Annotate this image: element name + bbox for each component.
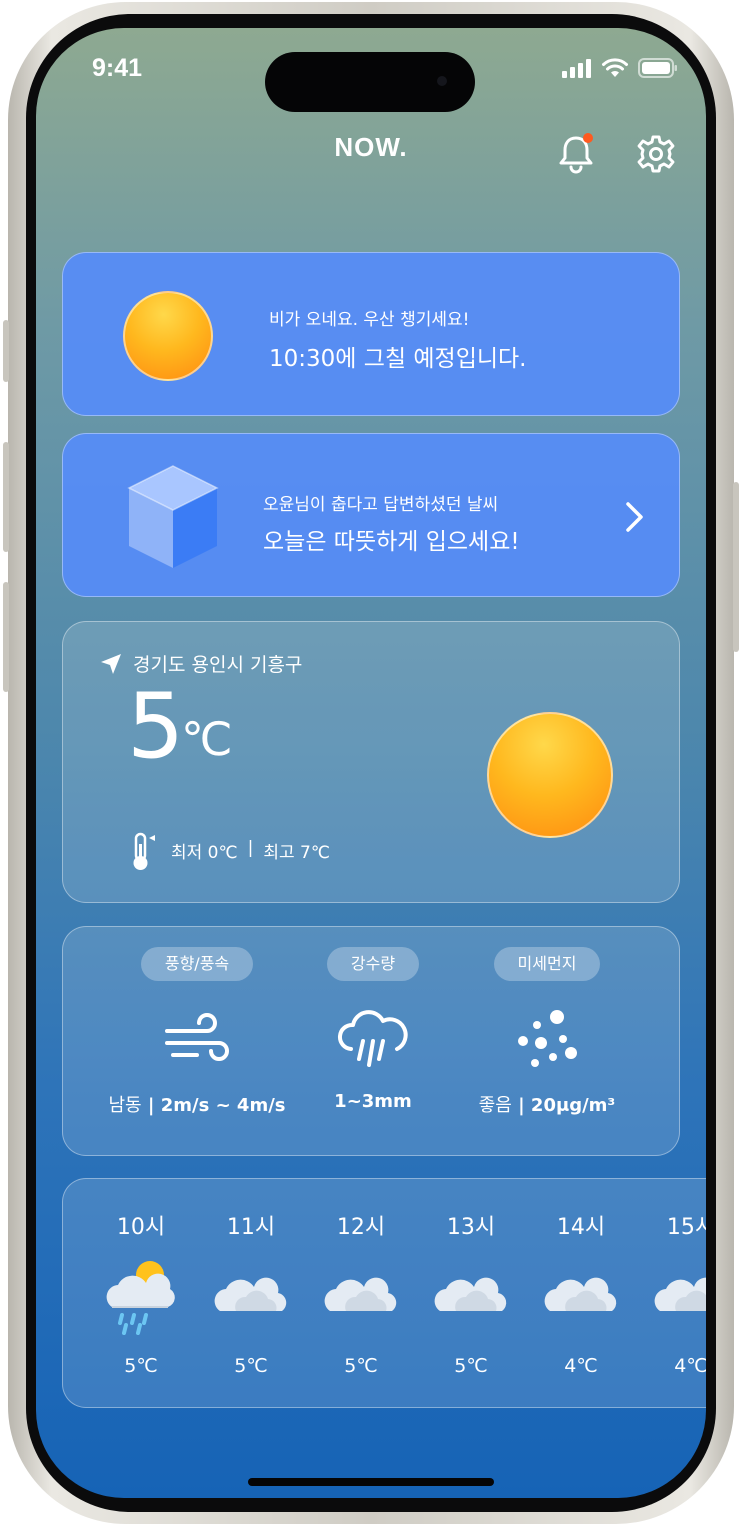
rain-alert-card[interactable]: 비가 오네요. 우산 챙기세요! 10:30에 그칠 예정입니다. <box>62 252 680 416</box>
wind-divider: | <box>147 1095 155 1116</box>
wifi-icon <box>602 58 628 77</box>
outfit-recommendation-card[interactable]: 오윤님이 춥다고 답변하셨던 날씨 오늘은 따뜻하게 입으세요! <box>62 433 680 597</box>
hour-label: 12시 <box>336 1215 386 1240</box>
cloud-icon <box>544 1277 617 1311</box>
outfit-message: 오늘은 따뜻하게 입으세요! <box>263 529 520 555</box>
chevron-right-icon[interactable] <box>619 500 649 534</box>
camera-icon <box>437 76 447 86</box>
hour-temperature: 5℃ <box>344 1355 378 1377</box>
current-temperature: 5 <box>127 674 185 779</box>
hour-temperature: 5℃ <box>234 1355 268 1377</box>
fine-dust-grade: 좋음 <box>478 1095 512 1116</box>
outfit-subtitle: 오윤님이 춥다고 답변하셨던 날씨 <box>263 495 499 515</box>
hour-label: 10시 <box>116 1215 166 1240</box>
rain-cloud-icon <box>338 1010 408 1067</box>
action-button <box>3 320 9 382</box>
alert-subtitle: 비가 오네요. 우산 챙기세요! <box>269 310 470 330</box>
gear-icon <box>637 135 675 173</box>
hourly-item[interactable]: 12시 5℃ <box>311 1209 411 1377</box>
hourly-item[interactable]: 10시 5℃ <box>91 1209 191 1377</box>
fine-dust-amount: 20μg/m³ <box>530 1095 616 1116</box>
cellular-signal-icon <box>562 59 591 78</box>
cloud-icon <box>324 1277 397 1311</box>
sun-cloud-rain-icon <box>106 1261 175 1335</box>
wind-value: 남동 | 2m/s ~ 4m/s <box>97 1091 297 1117</box>
power-button <box>733 482 739 652</box>
thermometer-icon <box>133 832 155 870</box>
hour-temperature: 5℃ <box>124 1355 158 1377</box>
fine-dust-label: 미세먼지 <box>493 947 601 981</box>
weather-details-card: 풍향/풍속 남동 | 2m/s ~ 4m/s 강수량 1~3mm 미세먼지 좋음… <box>62 926 680 1156</box>
cube-icon <box>127 465 219 568</box>
cloud-icon <box>434 1277 507 1311</box>
max-temperature: 최고 7℃ <box>263 843 330 863</box>
alert-message: 10:30에 그칠 예정입니다. <box>269 346 527 372</box>
hour-label: 15시 <box>666 1215 706 1240</box>
sun-icon <box>123 291 213 381</box>
wind-speed: 2m/s ~ 4m/s <box>160 1095 286 1116</box>
min-max-temperature: 최저 0℃ | 최고 7℃ <box>171 838 330 863</box>
hourly-item[interactable]: 15시 4℃ <box>641 1209 706 1377</box>
current-weather-card: 경기도 용인시 기흥구 5 ℃ 최저 0℃ | 최고 7℃ <box>62 621 680 903</box>
dust-icon <box>518 1010 577 1067</box>
temperature-separator: | <box>247 838 254 858</box>
sun-icon-large <box>487 712 613 838</box>
hourly-item[interactable]: 14시 4℃ <box>531 1209 631 1377</box>
min-temperature: 최저 0℃ <box>171 843 238 863</box>
precipitation-label: 강수량 <box>326 947 420 981</box>
hourly-forecast-card[interactable]: 10시 5℃ 11시 5℃ 12시 5℃ 13시 5℃ 14시 4℃ 15시 4… <box>62 1178 706 1408</box>
fine-dust-value: 좋음 | 20μg/m³ <box>447 1091 647 1117</box>
precipitation-value: 1~3mm <box>334 1091 412 1112</box>
hour-temperature: 5℃ <box>454 1355 488 1377</box>
cloud-icon <box>214 1277 287 1311</box>
precipitation-detail: 강수량 1~3mm <box>273 947 473 1112</box>
screen: 9:41 NOW. 비가 오네요. 우산 챙기세요! 10:30에 그칠 예정입… <box>36 28 706 1498</box>
cloud-icon <box>654 1277 706 1311</box>
temperature-unit: ℃ <box>181 712 233 766</box>
volume-down-button <box>3 582 9 692</box>
wind-direction: 남동 <box>108 1095 142 1116</box>
volume-up-button <box>3 442 9 552</box>
battery-icon <box>638 58 677 78</box>
bell-icon <box>559 133 593 174</box>
settings-button[interactable] <box>636 134 676 174</box>
hour-label: 11시 <box>226 1215 276 1240</box>
hour-label: 14시 <box>556 1215 606 1240</box>
location-arrow-icon <box>101 654 121 674</box>
status-icons <box>562 58 678 78</box>
wind-icon <box>165 1013 229 1061</box>
hour-label: 13시 <box>446 1215 496 1240</box>
fine-dust-divider: | <box>518 1095 525 1116</box>
home-indicator[interactable] <box>248 1478 494 1486</box>
fine-dust-detail: 미세먼지 좋음 | 20μg/m³ <box>447 947 647 1117</box>
hour-temperature: 4℃ <box>564 1355 598 1377</box>
hourly-item[interactable]: 11시 5℃ <box>201 1209 301 1377</box>
hour-temperature: 4℃ <box>674 1355 706 1377</box>
notification-button[interactable] <box>556 132 596 174</box>
app-title: NOW. <box>334 132 408 162</box>
wind-label: 풍향/풍속 <box>140 947 254 981</box>
hourly-item[interactable]: 13시 5℃ <box>421 1209 521 1377</box>
notification-dot <box>583 133 593 143</box>
wind-detail: 풍향/풍속 남동 | 2m/s ~ 4m/s <box>97 947 297 1117</box>
status-time: 9:41 <box>92 54 143 82</box>
dynamic-island <box>265 52 475 112</box>
